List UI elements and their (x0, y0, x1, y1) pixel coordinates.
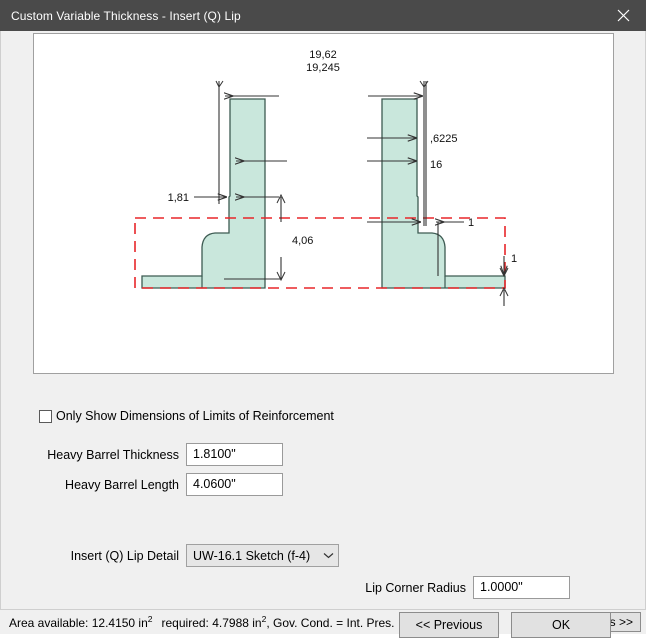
custom-variable-thickness-dialog: Custom Variable Thickness - Insert (Q) L… (0, 0, 646, 638)
status-gov-cond: , Gov. Cond. = Int. Pres. (266, 616, 395, 630)
insert-lip-detail-row: Insert (Q) Lip Detail UW-16.1 Sketch (f-… (51, 544, 339, 567)
window-title: Custom Variable Thickness - Insert (Q) L… (11, 8, 241, 23)
status-area-available-sup: 2 (147, 614, 153, 624)
lip-corner-radius-label: Lip Corner Radius (365, 580, 466, 595)
ok-button[interactable]: OK (511, 612, 611, 638)
dim-overall-top-2: 19,245 (306, 62, 340, 74)
heavy-barrel-thickness-input[interactable]: 1.8100" (186, 443, 283, 466)
dim-pad-thickness: 1 (511, 253, 517, 265)
lip-drawing-panel: 19,62 19,245 ,6225 16 1,81 4,06 1 1 (33, 33, 614, 374)
only-show-limits-row[interactable]: Only Show Dimensions of Limits of Reinfo… (39, 409, 334, 423)
title-bar: Custom Variable Thickness - Insert (Q) L… (0, 0, 646, 31)
insert-lip-detail-value: UW-16.1 Sketch (f-4) (193, 548, 311, 563)
insert-lip-detail-label: Insert (Q) Lip Detail (70, 548, 179, 563)
only-show-limits-label: Only Show Dimensions of Limits of Reinfo… (56, 409, 334, 423)
insert-lip-detail-select[interactable]: UW-16.1 Sketch (f-4) (186, 544, 339, 567)
close-button[interactable] (601, 0, 646, 31)
heavy-barrel-length-label: Heavy Barrel Length (65, 477, 179, 492)
dim-lip-thickness-right: ,6225 (430, 133, 458, 145)
chevron-down-icon (318, 552, 338, 559)
dim-overall-top-1: 19,62 (309, 49, 337, 61)
dialog-button-bar: << Previous OK (399, 612, 611, 638)
heavy-barrel-thickness-label: Heavy Barrel Thickness (47, 447, 179, 462)
left-lip-section (141, 98, 266, 289)
dim-corner-radius: 1 (468, 217, 474, 229)
heavy-barrel-thickness-row: Heavy Barrel Thickness 1.8100" (39, 443, 283, 466)
lip-cross-section-drawing: 19,62 19,245 ,6225 16 1,81 4,06 1 1 (134, 49, 517, 306)
lip-corner-radius-input[interactable]: 1.0000" (473, 576, 570, 599)
status-message: Area available: 12.4150 in2 required: 4.7… (9, 614, 395, 630)
dim-heavy-barrel-length: 4,06 (292, 235, 313, 247)
right-lip-section (381, 98, 506, 289)
only-show-limits-checkbox[interactable] (39, 409, 52, 423)
previous-button[interactable]: << Previous (399, 612, 499, 638)
heavy-barrel-length-input[interactable]: 4.0600" (186, 473, 283, 496)
heavy-barrel-length-row: Heavy Barrel Length 4.0600" (39, 473, 283, 496)
close-icon (617, 9, 630, 22)
dim-heavy-barrel-thickness: 1,81 (168, 192, 189, 204)
dim-barrel-right: 16 (430, 159, 442, 171)
lip-corner-radius-row: Lip Corner Radius 1.0000" (341, 576, 570, 599)
status-required: required: 4.7988 in (161, 616, 262, 630)
dialog-body: 19,62 19,245 ,6225 16 1,81 4,06 1 1 Only… (0, 31, 646, 638)
status-area-available: Area available: 12.4150 in (9, 616, 148, 630)
